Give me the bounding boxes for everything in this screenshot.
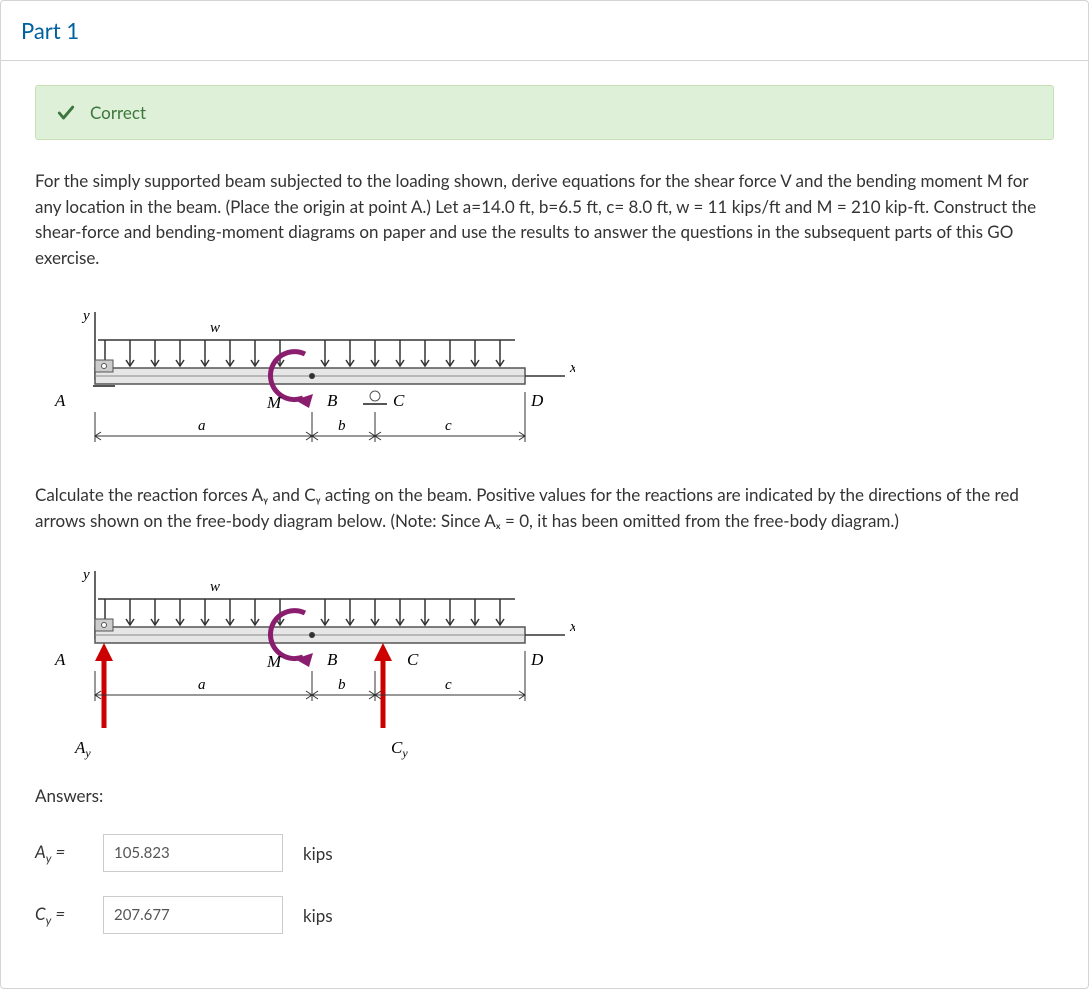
free-body-diagram: y [35,563,575,763]
svg-text:x: x [569,619,575,635]
w-label: w [210,320,220,336]
answer-unit-ay: kips [303,843,333,864]
answer-label-ay: Ay = [35,841,91,865]
svg-text:B: B [327,650,338,669]
cy-label: Cy [391,738,408,760]
svg-text:C: C [407,650,419,669]
svg-text:A: A [54,650,66,669]
answer-input-ay[interactable] [103,834,283,872]
status-banner: Correct [35,85,1054,140]
moment-m-label: M [266,393,282,412]
part-card: Part 1 Correct For the simply supported … [0,0,1089,989]
x-axis-label: x [569,360,575,376]
answer-row-ay: Ay = kips [35,834,1054,872]
svg-text:a: a [198,677,206,693]
answer-unit-cy: kips [303,905,333,926]
loading-diagram: y [35,304,575,464]
dim-b-label: b [338,418,346,434]
point-c-label: C [393,391,405,410]
answer-input-cy[interactable] [103,896,283,934]
answers-heading: Answers: [35,785,1054,806]
point-a-label: A [54,391,66,410]
svg-text:b: b [338,677,346,693]
instruction-text: Calculate the reaction forces Aᵧ and Cᵧ … [35,482,1054,533]
answers-section: Answers: Ay = kips Cy = kips [35,785,1054,934]
part-title: Part 1 [21,17,1068,44]
reaction-cy-arrow [374,643,392,728]
svg-text:w: w [210,579,220,595]
point-b-label: B [327,391,338,410]
y-axis-label: y [81,308,90,324]
dim-c-label: c [445,418,452,434]
point-d-label: D [530,391,544,410]
answer-label-cy: Cy = [35,903,91,927]
svg-text:D: D [530,650,544,669]
ay-label: Ay [74,738,91,760]
part-body: Correct For the simply supported beam su… [1,61,1088,988]
problem-statement: For the simply supported beam subjected … [35,168,1054,270]
reaction-ay-arrow [95,643,113,728]
svg-text:y: y [81,567,90,583]
check-icon [56,103,76,123]
part-header: Part 1 [1,1,1088,61]
answer-row-cy: Cy = kips [35,896,1054,934]
status-text: Correct [90,102,146,123]
svg-text:c: c [445,677,452,693]
svg-text:M: M [266,652,282,671]
dim-a-label: a [198,418,206,434]
